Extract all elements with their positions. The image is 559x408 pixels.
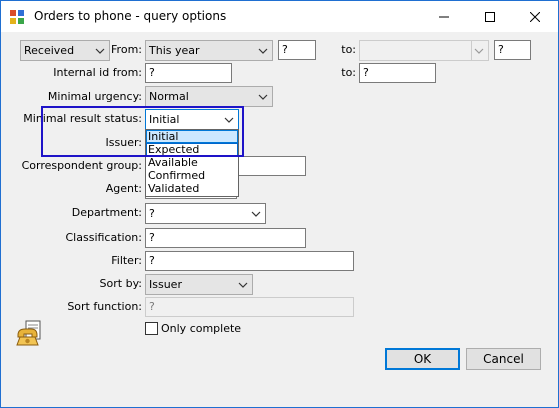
internal-id-to-label: to:	[341, 66, 356, 79]
dialog-window: Orders to phone - query options Received…	[0, 0, 559, 408]
ok-button[interactable]: OK	[385, 348, 460, 370]
chevron-down-icon	[474, 48, 484, 54]
dropdown-option[interactable]: Available	[146, 156, 238, 169]
app-icon	[10, 10, 24, 24]
sort-by-value: Issuer	[149, 278, 182, 291]
date-type-value: Received	[24, 44, 75, 57]
maximize-button[interactable]	[467, 1, 513, 32]
dropdown-option[interactable]: Validated	[146, 182, 238, 195]
classification-field[interactable]: ?	[145, 228, 306, 248]
sort-by-label: Sort by:	[99, 277, 142, 290]
internal-id-label: Internal id from:	[53, 66, 142, 79]
only-complete-label: Only complete	[161, 322, 242, 335]
internal-id-to-field[interactable]: ?	[359, 63, 436, 83]
filter-label: Filter:	[111, 254, 142, 267]
only-complete-checkbox[interactable]	[145, 322, 158, 335]
minimize-icon	[439, 16, 449, 17]
date-type-combo[interactable]: Received	[20, 40, 110, 61]
chevron-down-icon	[258, 94, 268, 100]
combo-divider	[471, 41, 472, 60]
internal-id-from-field[interactable]: ?	[145, 63, 232, 83]
sort-by-combo[interactable]: Issuer	[145, 274, 253, 295]
correspondent-label: Correspondent group:	[21, 159, 142, 172]
from-extra-field[interactable]: ?	[278, 40, 316, 60]
cancel-button[interactable]: Cancel	[466, 348, 541, 370]
min-urgency-label: Minimal urgency:	[47, 90, 142, 103]
chevron-down-icon	[95, 48, 105, 54]
department-label: Department:	[71, 206, 142, 219]
highlight-box	[41, 106, 244, 157]
title-bar: Orders to phone - query options	[1, 1, 558, 32]
sort-function-field[interactable]: ?	[145, 297, 354, 317]
chevron-down-icon	[238, 282, 248, 288]
window-title: Orders to phone - query options	[34, 9, 227, 23]
minimize-button[interactable]	[421, 1, 467, 32]
close-button[interactable]	[512, 1, 558, 32]
classification-label: Classification:	[65, 231, 143, 244]
maximize-icon	[485, 11, 495, 22]
from-combo[interactable]: This year	[145, 40, 273, 61]
department-value: ?	[149, 207, 155, 220]
department-combo[interactable]: ?	[145, 203, 266, 224]
close-icon	[530, 11, 540, 22]
dropdown-option[interactable]: Confirmed	[146, 169, 238, 182]
from-label: From:	[111, 43, 142, 56]
chevron-down-icon	[258, 48, 268, 54]
filter-field[interactable]: ?	[145, 251, 354, 271]
telephone-icon	[16, 320, 41, 346]
min-urgency-value: Normal	[149, 90, 189, 103]
sort-function-label: Sort function:	[67, 300, 142, 313]
agent-label: Agent:	[105, 182, 142, 195]
to-label: to:	[341, 43, 356, 56]
chevron-down-icon	[251, 211, 261, 217]
to-combo[interactable]	[359, 40, 489, 61]
min-urgency-combo[interactable]: Normal	[145, 86, 273, 107]
from-value: This year	[149, 44, 200, 57]
to-extra-field[interactable]: ?	[494, 40, 531, 60]
